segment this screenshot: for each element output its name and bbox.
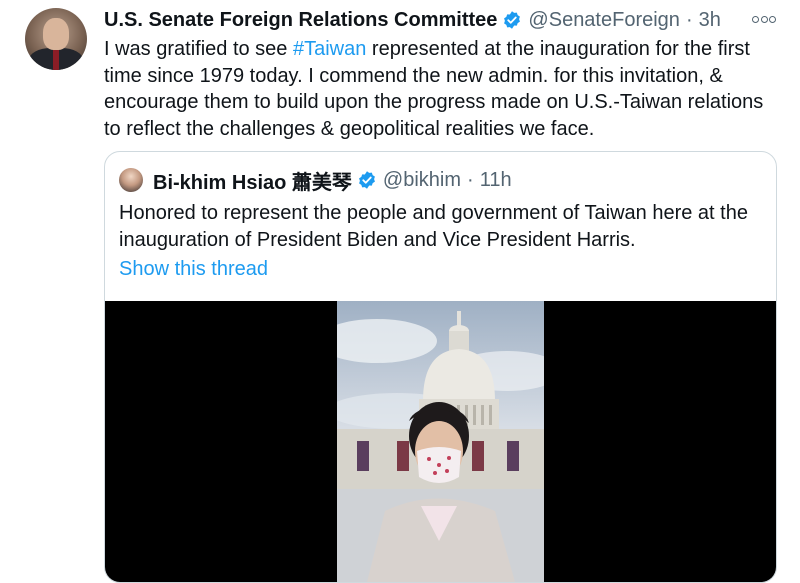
video-still-image	[337, 301, 544, 582]
separator-dot: ·	[685, 8, 693, 31]
tweet-header: U.S. Senate Foreign Relations Committee …	[104, 6, 721, 34]
more-dot	[752, 15, 759, 23]
timestamp[interactable]: 3h	[699, 9, 721, 32]
tweet: U.S. Senate Foreign Relations Committee …	[0, 0, 800, 583]
quoted-tweet-card[interactable]: Bi-khim Hsiao 蕭美琴 @bikhim · 11h Honored …	[104, 151, 777, 583]
author-name[interactable]: U.S. Senate Foreign Relations Committee	[104, 9, 497, 32]
separator-dot: ·	[467, 168, 474, 191]
author-handle[interactable]: @SenateForeign	[528, 9, 680, 32]
verified-badge-icon	[502, 10, 522, 30]
verified-badge-icon	[357, 170, 377, 190]
quoted-author-handle[interactable]: @bikhim	[383, 169, 461, 192]
quoted-author-name[interactable]: Bi-khim Hsiao 蕭美琴	[153, 166, 352, 195]
avatar-face	[43, 18, 69, 50]
hashtag-link[interactable]: #Taiwan	[293, 38, 366, 60]
more-dot	[769, 15, 776, 23]
avatar[interactable]	[25, 8, 87, 70]
quoted-tweet-header: Bi-khim Hsiao 蕭美琴 @bikhim · 11h	[119, 166, 512, 194]
quoted-timestamp[interactable]: 11h	[480, 169, 512, 192]
quoted-tweet-text: Honored to represent the people and gove…	[119, 202, 748, 251]
show-thread-link[interactable]: Show this thread	[119, 258, 268, 281]
video-frame	[337, 301, 544, 582]
video-player[interactable]	[105, 301, 776, 582]
tweet-text-before: I was gratified to see	[104, 38, 293, 60]
tweet-text: I was gratified to see #Taiwan represent…	[104, 36, 776, 142]
more-options-icon[interactable]	[752, 10, 776, 28]
avatar-tie	[53, 50, 59, 70]
quoted-avatar[interactable]	[119, 168, 143, 192]
more-dot	[760, 15, 768, 23]
